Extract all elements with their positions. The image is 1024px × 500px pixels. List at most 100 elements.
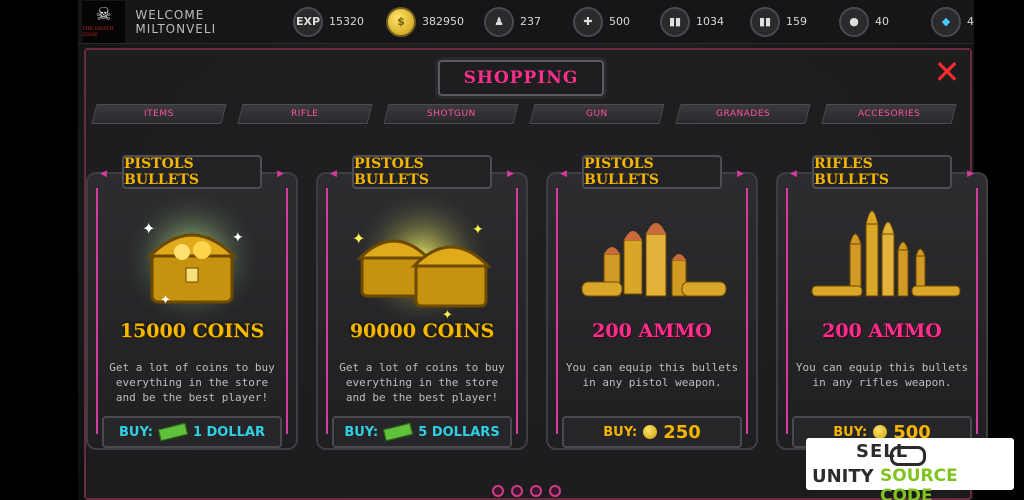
buy-label: BUY:	[344, 424, 379, 440]
stat-value: 1034	[696, 15, 724, 28]
card-amount: 200 AMMO	[822, 320, 942, 342]
price: 250	[663, 421, 701, 443]
page-indicator	[492, 485, 561, 497]
gamepad-icon	[890, 446, 926, 466]
arrow-left-icon: ◀	[330, 169, 337, 179]
pistol-bullets-icon	[562, 194, 742, 324]
tab-label: RIFLE	[291, 109, 319, 119]
arrow-right-icon: ▶	[737, 169, 744, 179]
stat-gems: ◆ 4	[931, 6, 974, 37]
medkit-icon: ✚	[573, 6, 603, 37]
svg-text:✦: ✦	[472, 222, 484, 238]
buy-label: BUY:	[603, 424, 638, 440]
price: 5 DOLLARS	[418, 424, 500, 440]
rifle-bullets-icon	[792, 194, 972, 324]
grenade-icon: ●	[839, 6, 869, 37]
tab-label: GRANADES	[715, 109, 771, 119]
rifle-ammo-icon: ▮▮	[750, 6, 780, 37]
watermark-logo: SELL UNITY SOURCE CODE	[806, 438, 1014, 500]
card-description: You can equip this bullets in any pistol…	[565, 361, 739, 389]
card-description: Get a lot of coins to buy everything in …	[339, 361, 505, 404]
logo-wordmark: THE DEATH ZONE	[82, 25, 114, 38]
buy-button[interactable]: BUY: 250	[562, 416, 742, 448]
tab-label: GUN	[586, 109, 608, 119]
card-description: Get a lot of coins to buy everything in …	[109, 361, 275, 404]
svg-text:✦: ✦	[160, 293, 171, 308]
card-title: RIFLES BULLETS	[814, 156, 889, 188]
card-description: You can equip this bullets in any rifles…	[795, 361, 969, 389]
card-title: PISTOLS BULLETS	[354, 156, 429, 188]
game-logo: ☠ THE DEATH ZONE	[82, 0, 126, 43]
watermark-text-left: UNITY	[812, 466, 874, 487]
stat-grenades: ● 40	[839, 6, 889, 37]
game-screen: ☠ THE DEATH ZONE WELCOME MILTONVELI EXP …	[0, 0, 1024, 500]
left-letterbox	[0, 0, 78, 500]
page-dot[interactable]	[549, 485, 561, 497]
card-header: RIFLES BULLETS	[812, 155, 952, 189]
tab-rifle[interactable]: RIFLE	[237, 104, 373, 124]
cash-icon	[383, 422, 414, 442]
welcome-text: WELCOME MILTONVELI	[135, 7, 217, 36]
svg-text:✦: ✦	[142, 219, 155, 238]
stat-value: 15320	[329, 15, 364, 28]
exp-icon: EXP	[293, 6, 323, 37]
card-amount: 90000 COINS	[349, 320, 495, 342]
shop-card-pistol-ammo[interactable]: PISTOLS BULLETS ◀ ▶ 200 AMMO You can equ…	[546, 150, 758, 450]
shop-title: SHOPPING	[463, 68, 579, 88]
arrow-right-icon: ▶	[277, 169, 284, 179]
buy-button[interactable]: BUY: 5 DOLLARS	[332, 416, 512, 448]
buy-label: BUY:	[118, 424, 153, 440]
svg-text:✦: ✦	[232, 230, 244, 246]
tab-gun[interactable]: GUN	[529, 104, 665, 124]
cash-icon	[157, 422, 188, 442]
tab-label: ACCESORIES	[857, 109, 921, 119]
stat-medkits: ✚ 500	[573, 6, 630, 37]
stat-value: 4	[967, 15, 974, 28]
stat-exp: EXP 15320	[293, 6, 364, 37]
shop-card-coins-15000[interactable]: PISTOLS BULLETS ◀ ▶ ✦ ✦ ✦ 15000 COINS Get …	[86, 150, 298, 450]
stat-value: 382950	[422, 15, 464, 28]
shop-card-coins-90000[interactable]: PISTOLS BULLETS ◀ ▶ ✦ ✦ ✦ 90000 COINS Get …	[316, 150, 528, 450]
stat-value: 40	[875, 15, 889, 28]
svg-text:✦: ✦	[352, 229, 365, 248]
arrow-left-icon: ◀	[560, 169, 567, 179]
card-header: PISTOLS BULLETS	[582, 155, 722, 189]
arrow-right-icon: ▶	[967, 169, 974, 179]
tab-items[interactable]: ITEMS	[91, 104, 227, 124]
tab-label: SHOTGUN	[426, 109, 476, 119]
treasure-chests-icon: ✦ ✦ ✦	[332, 194, 512, 324]
treasure-chest-icon: ✦ ✦ ✦	[102, 194, 282, 324]
card-title: PISTOLS BULLETS	[124, 156, 199, 188]
card-amount: 15000 COINS	[119, 320, 265, 342]
pistol-ammo-icon: ▮▮	[660, 6, 690, 37]
coin-icon	[643, 425, 658, 439]
arrow-left-icon: ◀	[790, 169, 797, 179]
shop-card-rifle-ammo[interactable]: RIFLES BULLETS ◀ ▶ 200 AMMO You can equi…	[776, 150, 988, 450]
stat-coins: $ 382950	[386, 6, 464, 37]
card-title: PISTOLS BULLETS	[584, 156, 659, 188]
page-dot[interactable]	[530, 485, 542, 497]
coin-icon	[873, 425, 888, 439]
coin-icon: $	[386, 6, 416, 37]
card-header: PISTOLS BULLETS	[352, 155, 492, 189]
stat-value: 237	[520, 15, 541, 28]
page-dot[interactable]	[492, 485, 504, 497]
page-dot[interactable]	[511, 485, 523, 497]
card-header: PISTOLS BULLETS	[122, 155, 262, 189]
gem-icon: ◆	[931, 6, 961, 37]
arrow-right-icon: ▶	[507, 169, 514, 179]
close-icon[interactable]: ✕	[932, 56, 962, 88]
stat-kills: ♟ 237	[484, 6, 541, 37]
tab-label: ITEMS	[144, 109, 174, 119]
top-status-bar: ☠ THE DEATH ZONE WELCOME MILTONVELI EXP …	[78, 0, 974, 44]
zombie-icon: ♟	[484, 6, 514, 37]
stat-pistol-ammo: ▮▮ 1034	[660, 6, 724, 37]
buy-button[interactable]: BUY: 1 DOLLAR	[102, 416, 282, 448]
arrow-left-icon: ◀	[100, 169, 107, 179]
tab-accesories[interactable]: ACCESORIES	[821, 104, 957, 124]
tab-granades[interactable]: GRANADES	[675, 104, 811, 124]
watermark-text-right: SOURCE CODE	[880, 466, 958, 500]
stat-value: 500	[609, 15, 630, 28]
shop-title-plate: SHOPPING	[438, 60, 604, 96]
tab-shotgun[interactable]: SHOTGUN	[383, 104, 519, 124]
